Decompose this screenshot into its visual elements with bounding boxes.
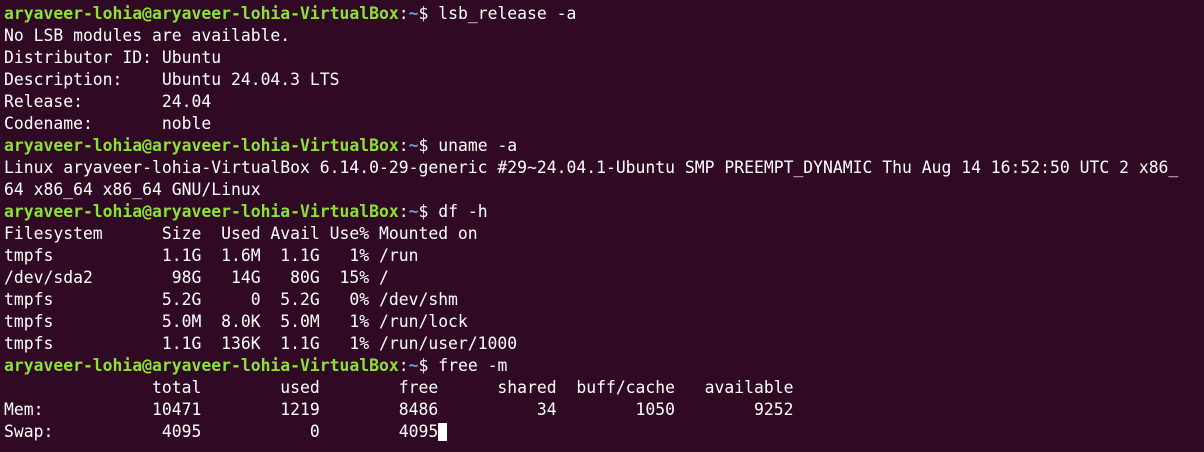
prompt-symbol: $ [418, 4, 439, 23]
table-row-text: Swap: 4095 0 4095 [4, 422, 439, 441]
output-line: No LSB modules are available. [4, 26, 291, 45]
table-row: tmpfs 5.0M 8.0K 5.0M 1% /run/lock [4, 312, 468, 331]
terminal-window[interactable]: aryaveer-lohia@aryaveer-lohia-VirtualBox… [0, 0, 1204, 452]
prompt-separator: : [398, 202, 409, 221]
table-row: Mem: 10471 1219 8486 34 1050 9252 [4, 400, 794, 419]
command-text: uname -a [438, 136, 518, 155]
prompt-line: aryaveer-lohia@aryaveer-lohia-VirtualBox… [4, 3, 1204, 25]
table-row: tmpfs 5.2G 0 5.2G 0% /dev/shm [4, 290, 458, 309]
prompt-symbol: $ [418, 356, 439, 375]
prompt-user-host: aryaveer-lohia@aryaveer-lohia-VirtualBox [4, 202, 399, 221]
prompt-line: aryaveer-lohia@aryaveer-lohia-VirtualBox… [4, 355, 1204, 377]
prompt-user-host: aryaveer-lohia@aryaveer-lohia-VirtualBox [4, 4, 399, 23]
prompt-path: ~ [408, 356, 419, 375]
text-cursor [438, 423, 448, 441]
output-line: Distributor ID: Ubuntu [4, 48, 222, 67]
table-row: tmpfs 1.1G 136K 1.1G 1% /run/user/1000 [4, 334, 518, 353]
table-row: tmpfs 1.1G 1.6M 1.1G 1% /run [4, 246, 419, 265]
output-line: Release: 24.04 [4, 92, 212, 111]
prompt-separator: : [398, 4, 409, 23]
prompt-line: aryaveer-lohia@aryaveer-lohia-VirtualBox… [4, 201, 1204, 223]
output-line: 64 x86_64 x86_64 GNU/Linux [4, 180, 261, 199]
prompt-user-host: aryaveer-lohia@aryaveer-lohia-VirtualBox [4, 356, 399, 375]
prompt-path: ~ [408, 136, 419, 155]
table-row: Swap: 4095 0 4095 [4, 421, 1204, 443]
output-line: Codename: noble [4, 114, 212, 133]
prompt-line: aryaveer-lohia@aryaveer-lohia-VirtualBox… [4, 135, 1204, 157]
output-line: Linux aryaveer-lohia-VirtualBox 6.14.0-2… [4, 158, 1179, 177]
prompt-separator: : [398, 356, 409, 375]
command-text: lsb_release -a [438, 4, 577, 23]
table-row: /dev/sda2 98G 14G 80G 15% / [4, 268, 389, 287]
table-header: Filesystem Size Used Avail Use% Mounted … [4, 224, 478, 243]
prompt-user-host: aryaveer-lohia@aryaveer-lohia-VirtualBox [4, 136, 399, 155]
prompt-path: ~ [408, 202, 419, 221]
prompt-symbol: $ [418, 136, 439, 155]
prompt-separator: : [398, 136, 409, 155]
command-text: free -m [438, 356, 508, 375]
output-line: Description: Ubuntu 24.04.3 LTS [4, 70, 340, 89]
prompt-path: ~ [408, 4, 419, 23]
table-header: total used free shared buff/cache availa… [4, 378, 794, 397]
prompt-symbol: $ [418, 202, 439, 221]
command-text: df -h [438, 202, 488, 221]
